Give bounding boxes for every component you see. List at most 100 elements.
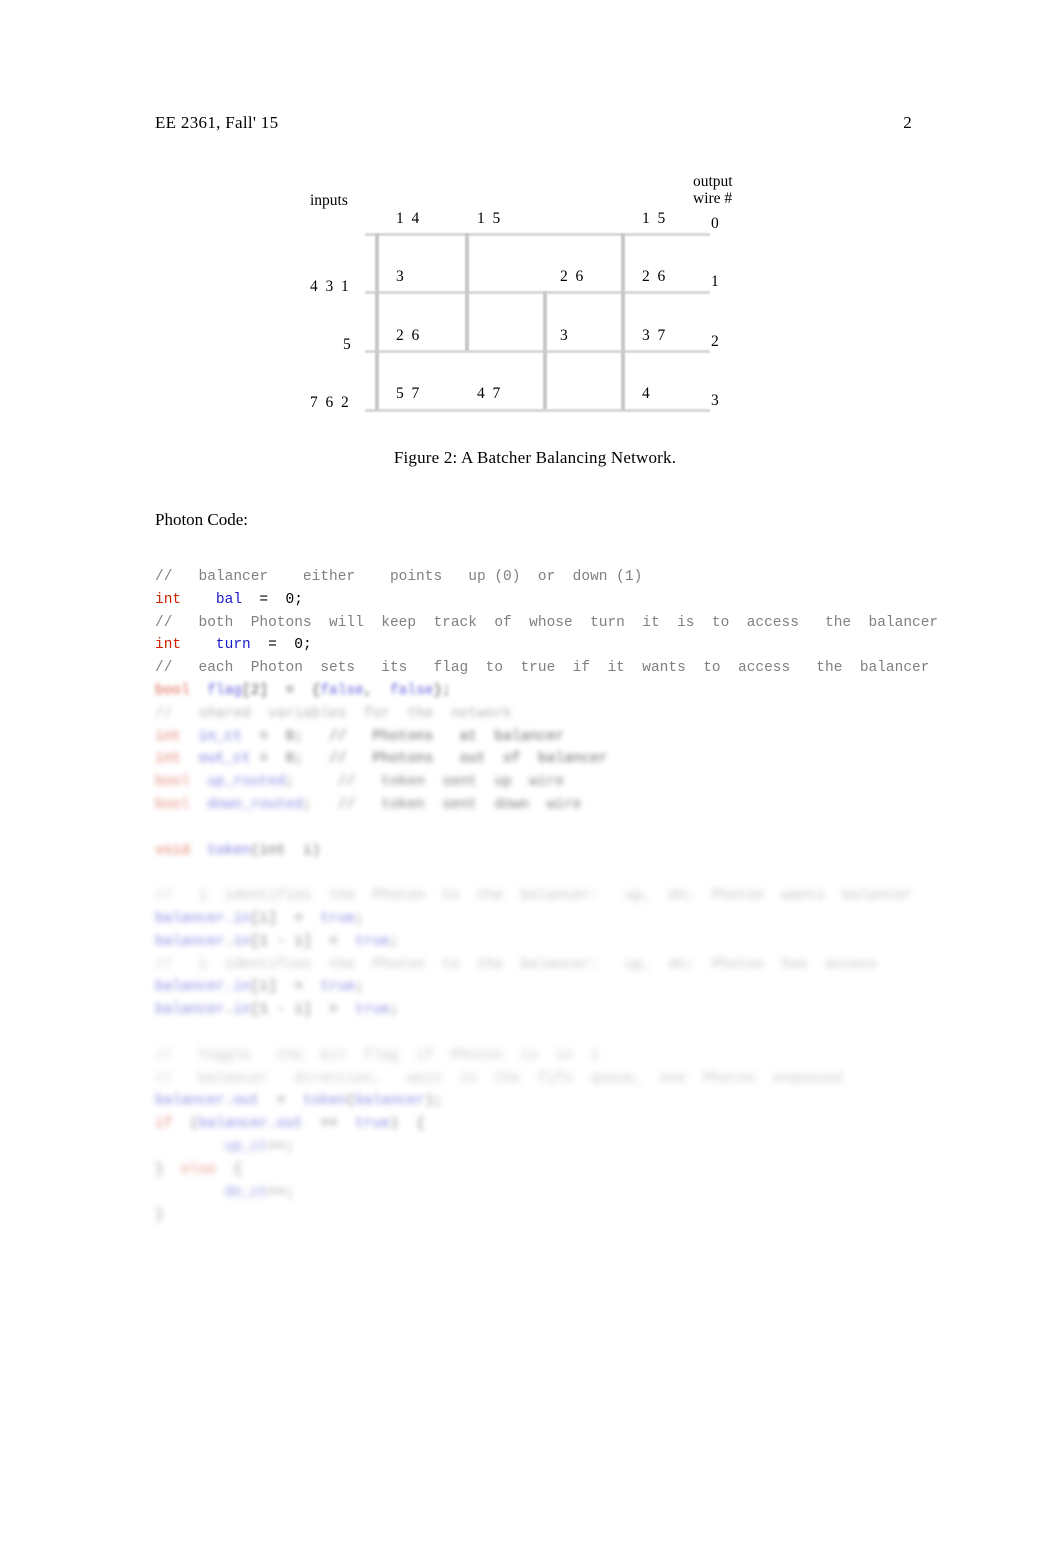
code-token: ++; (268, 1184, 295, 1201)
wire-token-r1c0: 3 (396, 268, 404, 285)
wire-token-r3c0: 5 7 (396, 385, 420, 402)
code-line: } else { (155, 1159, 1015, 1182)
code-token: false (320, 682, 364, 699)
code-token: turn (215, 637, 251, 654)
code-token: // each Photon sets its flag to true if … (155, 660, 930, 677)
figure-output-label-line2: wire # (693, 190, 733, 207)
code-line: // balancer either points up (0) or down… (155, 566, 1015, 589)
output-wire-number-3: 3 (711, 392, 719, 409)
code-line: up_ct++; (155, 1136, 1015, 1159)
code-token: ; (355, 979, 364, 996)
code-token: balancer (355, 1093, 425, 1110)
code-token: } (155, 1207, 164, 1224)
figure-caption: Figure 2: A Batcher Balancing Network. (393, 448, 677, 467)
code-line: void token(int i) (155, 840, 1015, 863)
code-token: else (181, 1161, 216, 1178)
wire-token-r2c2: 3 7 (642, 327, 666, 344)
code-token: balancer.out (155, 1093, 260, 1110)
code-token: bool (155, 682, 190, 699)
code-line: bool up_routed; // token sent up wire (155, 771, 1015, 794)
code-token: ( (346, 1093, 356, 1110)
code-line: // i identifies the Photon to the balanc… (155, 885, 1015, 908)
code-token: int (155, 728, 182, 745)
wire-token-r2c0: 2 6 (396, 327, 420, 344)
code-token: [i] = (250, 910, 321, 927)
code-token: balancer.in (155, 910, 251, 927)
code-token: = 0; (242, 591, 303, 608)
code-token: in_ct (198, 728, 243, 745)
code-token: // balancer direction, wait in the fifo … (155, 1070, 843, 1087)
code-token: = 0; (250, 637, 312, 654)
code-token: // i identifies the Photon to the balanc… (155, 956, 878, 973)
code-token: void (155, 842, 190, 859)
code-token: // shared variables for the network (155, 705, 512, 722)
code-token: [1 - i] = (250, 1002, 356, 1019)
figure-batcher-network: inputs output wire # 0 1 2 3 4 3 1 5 7 6… (155, 165, 915, 485)
code-line: int in_ct = 0; // Photons at balancer (155, 726, 1015, 749)
code-token: (int i) (250, 842, 321, 859)
code-token: true (355, 933, 390, 950)
code-token: ; (389, 1002, 399, 1019)
wire-token-r0c1: 1 5 (477, 210, 501, 227)
wire-token-r2c1: 3 (560, 327, 568, 344)
photon-code-heading: Photon Code: (155, 510, 249, 529)
code-token: token (207, 842, 251, 859)
code-line: // Toggle the bit flag if Photon is in i (155, 1045, 1015, 1068)
code-token: dn_ct (224, 1184, 269, 1201)
wire-token-r1c2: 2 6 (642, 268, 666, 285)
code-token: bal (215, 591, 243, 608)
code-token: true (355, 1116, 390, 1133)
code-line: balancer.in[1 - i] = true; (155, 999, 1015, 1022)
code-line: balancer.out = token(balancer); (155, 1090, 1015, 1113)
code-line: // balancer direction, wait in the fifo … (155, 1068, 1015, 1091)
code-token: // balancer either points up (0) or down… (155, 569, 643, 585)
code-line: // i identifies the Photon to the balanc… (155, 954, 1015, 977)
input-tokens-row-3: 7 6 2 (310, 394, 349, 411)
code-token: up_routed (207, 774, 286, 791)
code-listing: // balancer either points up (0) or down… (155, 566, 1015, 1227)
code-token: balancer.in (155, 979, 251, 996)
wire-token-r1c1: 2 6 (560, 268, 584, 285)
wire-token-r0c0: 1 4 (396, 210, 420, 227)
code-line: if (balancer.out == true) { (155, 1113, 1015, 1136)
code-token: if (155, 1116, 173, 1133)
code-line: bool down_routed; // token sent down wir… (155, 794, 1015, 817)
code-token: out_ct (198, 751, 251, 768)
code-token: balancer (155, 1002, 225, 1019)
code-line: balancer.in[i] = true; (155, 976, 1015, 999)
code-token: } (155, 1161, 182, 1178)
code-line: bool flag[2] = {false, false}; (155, 680, 1015, 703)
code-token: ; (355, 910, 364, 927)
code-token: true (355, 1002, 390, 1019)
wire-token-r3c1: 4 7 (477, 385, 501, 402)
code-token: // Toggle the bit flag if Photon is in i (155, 1047, 599, 1064)
code-token: false (389, 682, 434, 699)
code-token: // i identifies the Photon to the balanc… (155, 888, 913, 905)
code-token: flag (207, 682, 243, 699)
figure-inputs-label: inputs (310, 192, 348, 209)
code-token: true (320, 910, 356, 927)
wire-token-r3c2: 4 (642, 385, 650, 402)
code-line: // shared variables for the network (155, 703, 1015, 726)
code-token: token (302, 1093, 347, 1110)
code-token: int (155, 591, 182, 608)
code-line: balancer.in[i] = true; (155, 908, 1015, 931)
code-token: // both Photons will keep track of whose… (155, 614, 939, 631)
code-token: ( (172, 1116, 199, 1133)
code-token: down_routed (207, 796, 303, 813)
code-token: bool (155, 796, 190, 813)
code-token: = 0; // Photons at balancer (242, 728, 564, 745)
code-token: == (302, 1116, 356, 1133)
figure-output-label-line1: output (693, 173, 733, 190)
output-wire-number-2: 2 (711, 333, 719, 350)
